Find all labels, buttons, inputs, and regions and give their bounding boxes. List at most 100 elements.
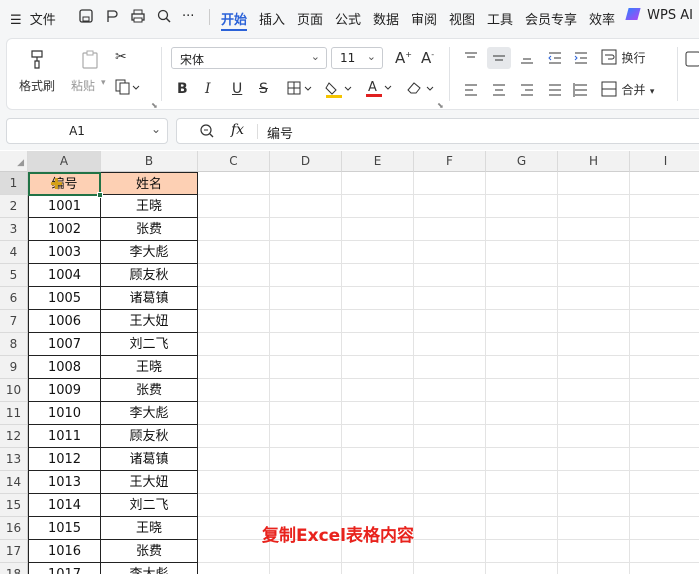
cell-B6[interactable]: 诸葛镇 [101,287,198,310]
cell-C8[interactable] [198,333,270,356]
cell-E6[interactable] [342,287,414,310]
cell-I15[interactable] [630,494,699,517]
cell-H6[interactable] [558,287,630,310]
cell-A11[interactable]: 1010 [28,402,101,425]
format-painter-button[interactable]: 格式刷 [17,45,57,97]
cell-I17[interactable] [630,540,699,563]
print-icon[interactable] [130,8,146,24]
cell-I4[interactable] [630,241,699,264]
cell-G10[interactable] [486,379,558,402]
increase-indent-icon[interactable] [573,51,589,69]
column-header-I[interactable]: I [630,151,699,172]
tab-9[interactable]: 效率 [589,9,615,28]
cell-G16[interactable] [486,517,558,540]
cell-H13[interactable] [558,448,630,471]
borders-icon[interactable] [287,80,315,100]
cell-A14[interactable]: 1013 [28,471,101,494]
cell-G8[interactable] [486,333,558,356]
cell-A10[interactable]: 1009 [28,379,101,402]
strikethrough-icon[interactable]: S [259,81,268,97]
row-header-3[interactable]: 3 [0,218,28,241]
cell-C2[interactable] [198,195,270,218]
cell-H15[interactable] [558,494,630,517]
cell-C14[interactable] [198,471,270,494]
cell-C6[interactable] [198,287,270,310]
cell-H8[interactable] [558,333,630,356]
row-header-17[interactable]: 17 [0,540,28,563]
cell-F2[interactable] [414,195,486,218]
cell-F1[interactable] [414,172,486,195]
cell-C18[interactable] [198,563,270,574]
cell-B11[interactable]: 李大彪 [101,402,198,425]
cell-H18[interactable] [558,563,630,574]
cell-C11[interactable] [198,402,270,425]
cell-D12[interactable] [270,425,342,448]
cell-A5[interactable]: 1004 [28,264,101,287]
cell-C17[interactable] [198,540,270,563]
more-icon[interactable]: ··· [182,9,194,24]
cell-A7[interactable]: 1006 [28,310,101,333]
align-bottom-icon[interactable] [519,51,535,69]
cell-I8[interactable] [630,333,699,356]
cell-C10[interactable] [198,379,270,402]
cell-I2[interactable] [630,195,699,218]
cell-F15[interactable] [414,494,486,517]
cell-G6[interactable] [486,287,558,310]
row-header-10[interactable]: 10 [0,379,28,402]
cell-H17[interactable] [558,540,630,563]
cell-D14[interactable] [270,471,342,494]
distributed-align-icon[interactable] [573,83,589,101]
cell-F13[interactable] [414,448,486,471]
cell-C1[interactable] [198,172,270,195]
cell-D6[interactable] [270,287,342,310]
cell-A3[interactable]: 1002 [28,218,101,241]
align-left-icon[interactable] [463,83,479,101]
cell-B10[interactable]: 张费 [101,379,198,402]
cell-E5[interactable] [342,264,414,287]
cell-C7[interactable] [198,310,270,333]
cell-H16[interactable] [558,517,630,540]
cell-G13[interactable] [486,448,558,471]
cell-A6[interactable]: 1005 [28,287,101,310]
copy-icon[interactable] [115,79,141,99]
cell-I7[interactable] [630,310,699,333]
cell-E13[interactable] [342,448,414,471]
cell-E14[interactable] [342,471,414,494]
cell-A2[interactable]: 1001 [28,195,101,218]
cell-G9[interactable] [486,356,558,379]
cell-B18[interactable]: 李大彪 [101,563,198,574]
cell-G11[interactable] [486,402,558,425]
row-header-13[interactable]: 13 [0,448,28,471]
cell-D18[interactable] [270,563,342,574]
cell-F4[interactable] [414,241,486,264]
cell-D11[interactable] [270,402,342,425]
main-menu-button[interactable]: ☰ 文件 [10,9,56,28]
decrease-font-icon[interactable]: A- [421,49,434,67]
merge-button[interactable]: 合并 ▾ [601,81,654,98]
cell-B8[interactable]: 刘二飞 [101,333,198,356]
column-header-C[interactable]: C [198,151,270,172]
zoom-formula-icon[interactable] [199,123,215,142]
font-size-select[interactable]: 11 ⌄ [331,47,383,69]
column-header-D[interactable]: D [270,151,342,172]
clipboard-launcher-icon[interactable]: ⬊ [151,101,158,110]
align-right-icon[interactable] [519,83,535,101]
cell-H2[interactable] [558,195,630,218]
cell-I9[interactable] [630,356,699,379]
cell-H4[interactable] [558,241,630,264]
cell-H10[interactable] [558,379,630,402]
row-header-8[interactable]: 8 [0,333,28,356]
column-header-H[interactable]: H [558,151,630,172]
cell-E18[interactable] [342,563,414,574]
cell-I14[interactable] [630,471,699,494]
tab-1[interactable]: 插入 [259,9,285,28]
cell-E8[interactable] [342,333,414,356]
cell-C13[interactable] [198,448,270,471]
cell-F10[interactable] [414,379,486,402]
cell-G7[interactable] [486,310,558,333]
cell-F9[interactable] [414,356,486,379]
cell-E1[interactable] [342,172,414,195]
cell-G5[interactable] [486,264,558,287]
cell-H5[interactable] [558,264,630,287]
cell-A4[interactable]: 1003 [28,241,101,264]
